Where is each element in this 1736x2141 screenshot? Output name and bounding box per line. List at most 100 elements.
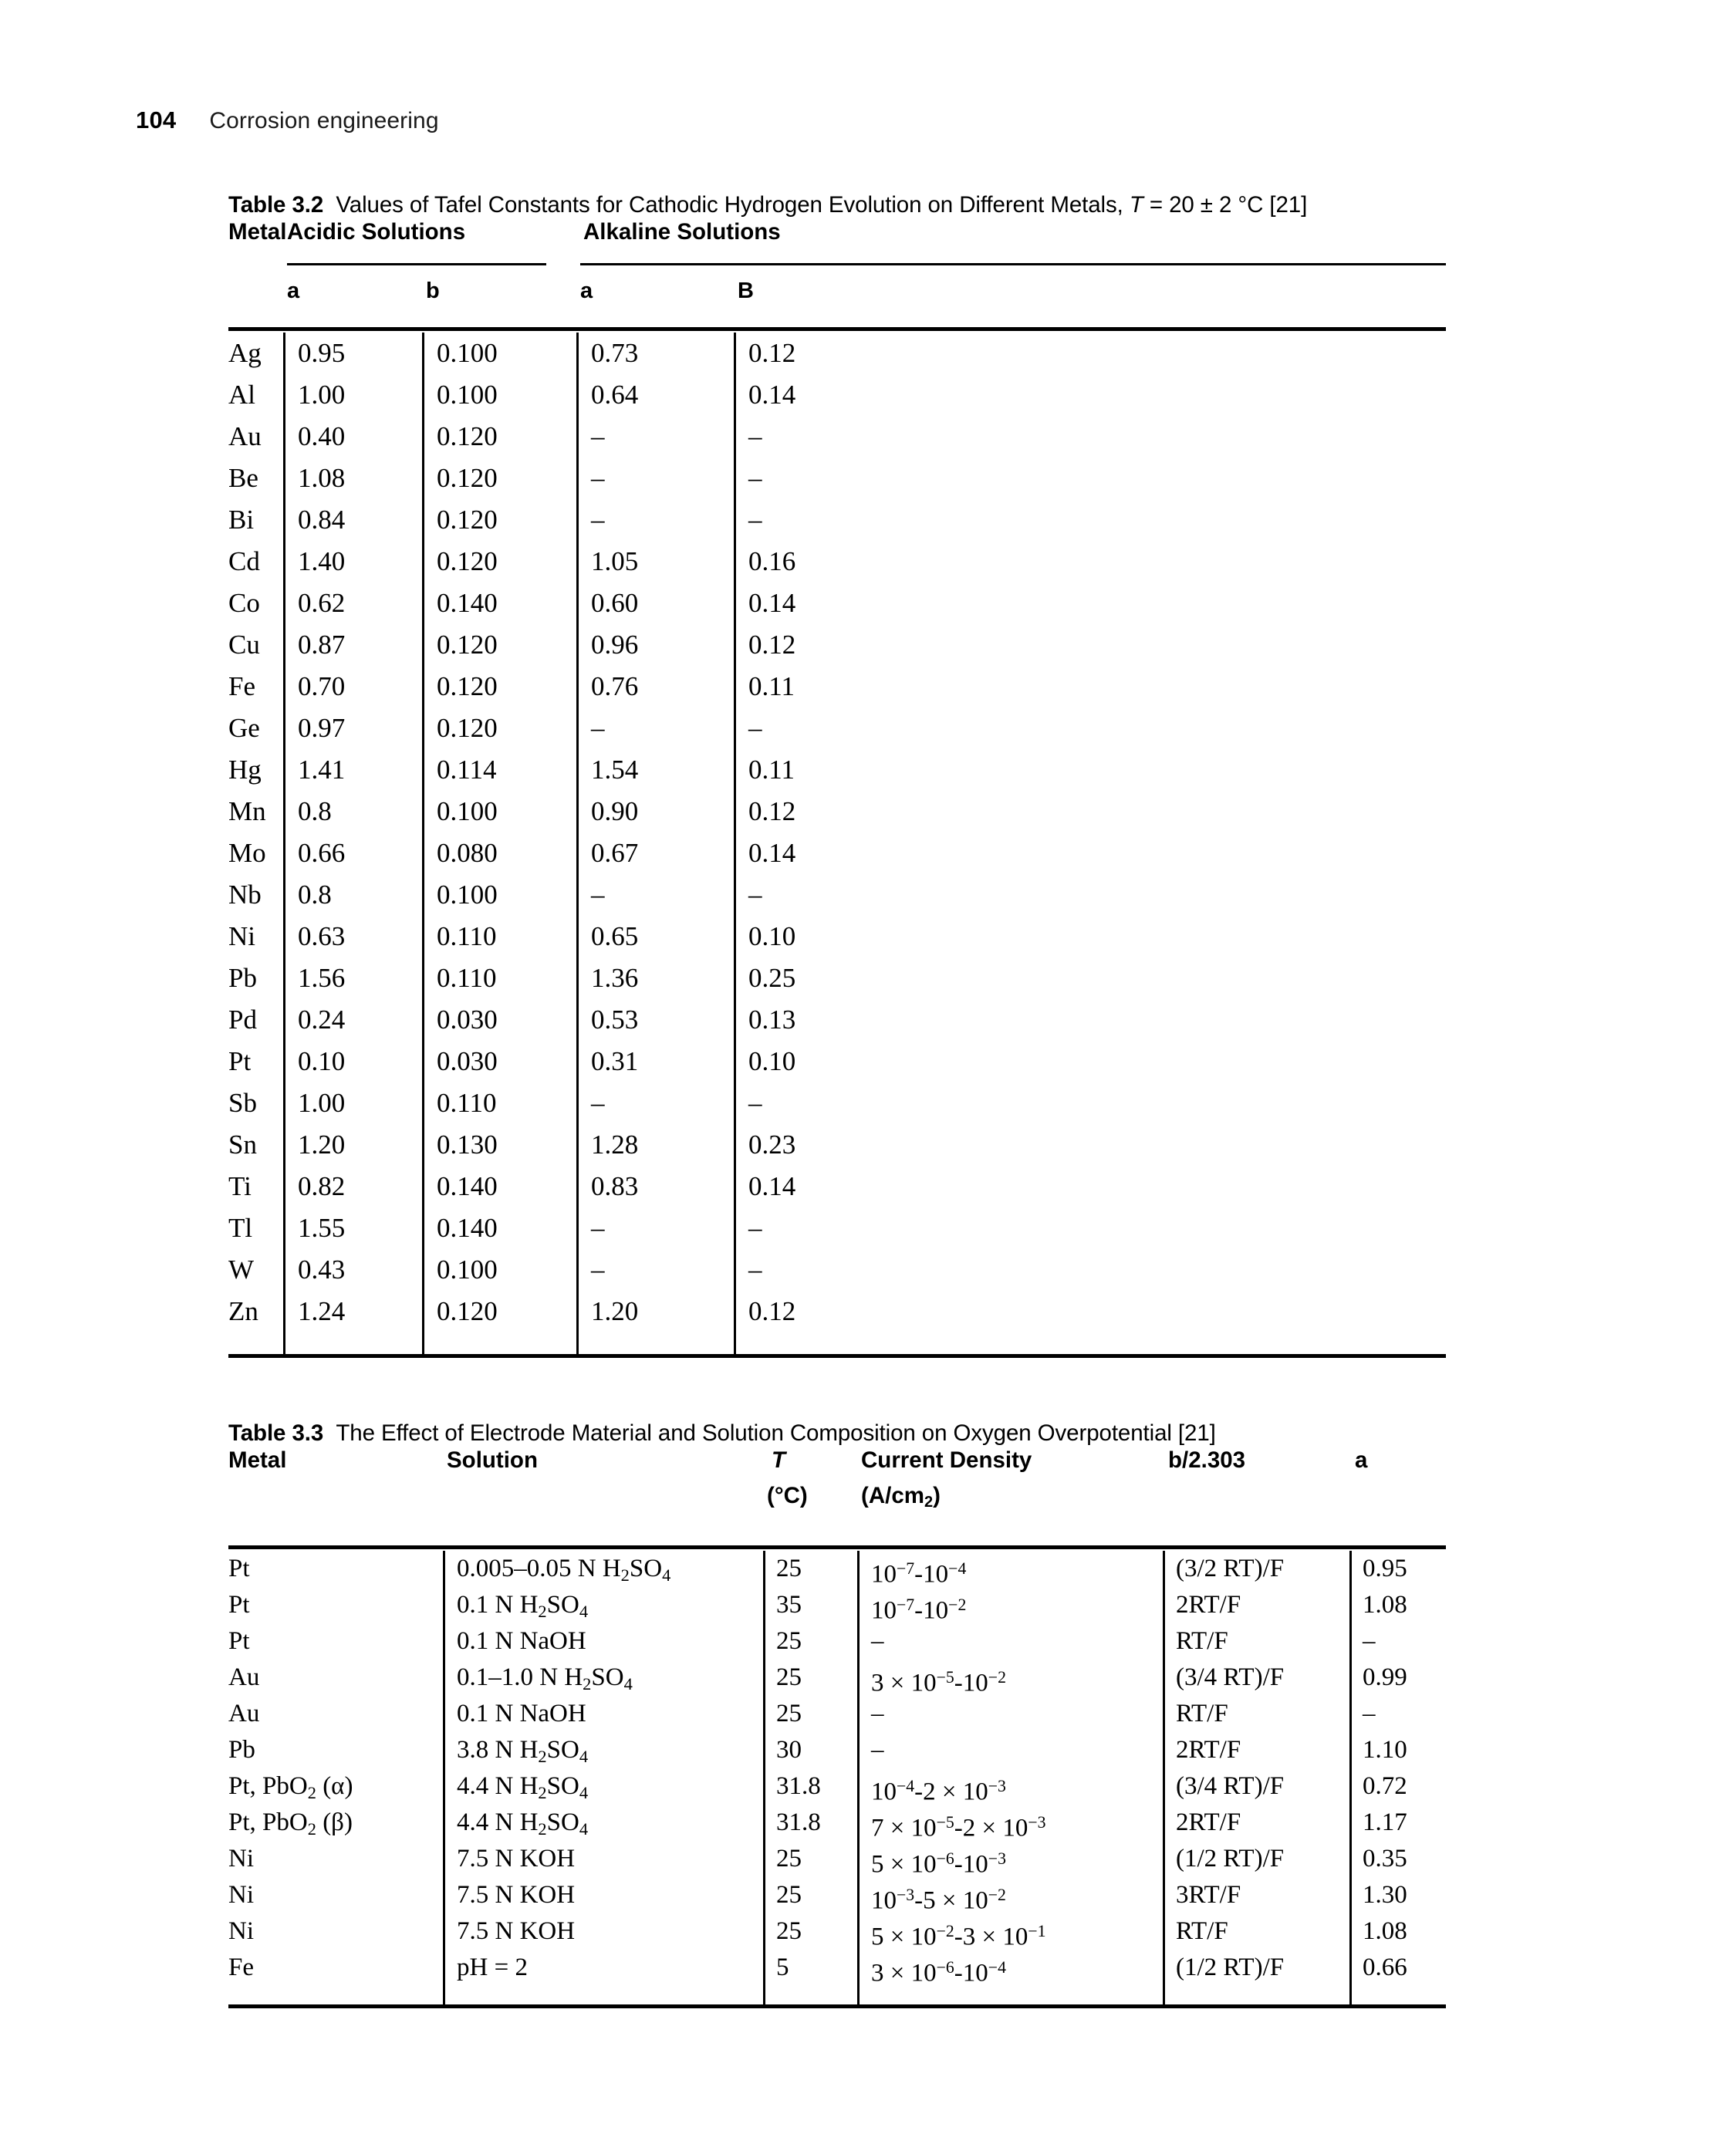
table-row: Nb 0.8 0.100 – – xyxy=(228,874,1446,916)
table-row: Pt 0.1 N H2SO4 35 10−7-10−2 2RT/F 1.08 xyxy=(228,1587,1446,1624)
table-row: Al 1.00 0.100 0.64 0.14 xyxy=(228,374,1446,416)
cell-alkaline-b: 0.12 xyxy=(748,338,796,368)
cell-metal: Fe xyxy=(228,671,255,701)
cell-acidic-b: 0.100 xyxy=(437,1255,498,1285)
cell-acidic-b: 0.140 xyxy=(437,1213,498,1243)
table-row: Cd 1.40 0.120 1.05 0.16 xyxy=(228,541,1446,583)
cell-metal: Mn xyxy=(228,796,266,826)
cell-current-density: – xyxy=(871,1700,884,1727)
cell-alkaline-a: 1.36 xyxy=(591,963,639,993)
cell-alkaline-a: 0.65 xyxy=(591,921,639,951)
cell-metal: Hg xyxy=(228,755,262,785)
cell-metal: Sn xyxy=(228,1130,257,1160)
cell-temperature: 25 xyxy=(776,1700,802,1727)
cell-alkaline-b: 0.11 xyxy=(748,671,795,701)
table-row: Be 1.08 0.120 – – xyxy=(228,458,1446,499)
cell-temperature: 25 xyxy=(776,1555,802,1582)
cell-temperature: 25 xyxy=(776,1663,802,1691)
cell-temperature: 31.8 xyxy=(776,1772,821,1800)
cell-acidic-b: 0.110 xyxy=(437,921,497,951)
cell-acidic-b: 0.110 xyxy=(437,963,497,993)
cell-acidic-b: 0.120 xyxy=(437,421,498,451)
cell-a: – xyxy=(1363,1627,1376,1655)
cell-metal: Ni xyxy=(228,1881,254,1909)
cell-temperature: 25 xyxy=(776,1917,802,1945)
cell-acidic-a: 1.40 xyxy=(298,546,346,576)
table-3-3-col-b2303-header: b/2.303 xyxy=(1168,1447,1246,1473)
table-row: Zn 1.24 0.120 1.20 0.12 xyxy=(228,1291,1446,1332)
table-3-2-sub-header-row: a b a B xyxy=(228,274,1446,325)
table-row: Ni 0.63 0.110 0.65 0.10 xyxy=(228,916,1446,957)
table-3-3-top-rule xyxy=(228,1545,1446,1549)
cell-metal: Ge xyxy=(228,713,260,743)
cell-b2303: (3/2 RT)/F xyxy=(1176,1555,1285,1582)
cell-temperature: 25 xyxy=(776,1845,802,1873)
table-row: Au 0.40 0.120 – – xyxy=(228,416,1446,458)
cell-acidic-a: 0.8 xyxy=(298,880,332,910)
cell-metal: Pt xyxy=(228,1591,250,1619)
cell-acidic-a: 1.00 xyxy=(298,380,346,410)
cell-metal: Nb xyxy=(228,880,262,910)
cell-acidic-a: 0.43 xyxy=(298,1255,346,1285)
table-3-3-caption-label: Table 3.3 xyxy=(228,1420,324,1446)
cell-alkaline-b: – xyxy=(748,880,762,910)
table-3-3-col-metal-header: Metal xyxy=(228,1447,287,1473)
table-row: W 0.43 0.100 – – xyxy=(228,1249,1446,1291)
cell-metal: Pb xyxy=(228,1736,255,1764)
cell-alkaline-a: 0.31 xyxy=(591,1046,639,1076)
table-row: Pt, PbO2 (β) 4.4 N H2SO4 31.8 7 × 10−5-2 × … xyxy=(228,1805,1446,1842)
cell-alkaline-a: 1.54 xyxy=(591,755,639,785)
cell-alkaline-a: 1.20 xyxy=(591,1296,639,1326)
cell-acidic-b: 0.110 xyxy=(437,1088,497,1118)
cell-alkaline-b: 0.14 xyxy=(748,1171,796,1201)
cell-acidic-b: 0.100 xyxy=(437,380,498,410)
cell-current-density: – xyxy=(871,1627,884,1655)
cell-metal: Fe xyxy=(228,1954,254,1981)
cell-a: 1.08 xyxy=(1363,1917,1407,1945)
cell-alkaline-b: 0.14 xyxy=(748,380,796,410)
cell-metal: Pt xyxy=(228,1046,252,1076)
table-row: Pb 3.8 N H2SO4 30–2RT/F 1.10 xyxy=(228,1732,1446,1768)
cell-alkaline-a: 0.90 xyxy=(591,796,639,826)
table-row: Ge 0.97 0.120 – – xyxy=(228,707,1446,749)
cell-metal: Au xyxy=(228,1700,260,1727)
cell-b2303: (1/2 RT)/F xyxy=(1176,1954,1285,1981)
cell-acidic-a: 1.24 xyxy=(298,1296,346,1326)
cell-alkaline-b: 0.11 xyxy=(748,755,795,785)
cell-alkaline-b: 0.23 xyxy=(748,1130,796,1160)
cell-b2303: RT/F xyxy=(1176,1627,1228,1655)
cell-acidic-a: 0.82 xyxy=(298,1171,346,1201)
cell-b2303: (3/4 RT)/F xyxy=(1176,1663,1285,1691)
cell-acidic-a: 0.66 xyxy=(298,838,346,868)
table-row: Mn 0.8 0.100 0.90 0.12 xyxy=(228,791,1446,832)
cell-alkaline-a: 1.05 xyxy=(591,546,639,576)
cell-alkaline-a: 0.53 xyxy=(591,1005,639,1035)
cell-acidic-a: 0.24 xyxy=(298,1005,346,1035)
table-3-2-caption-label: Table 3.2 xyxy=(228,192,324,218)
table-row: Ti 0.82 0.140 0.83 0.14 xyxy=(228,1166,1446,1207)
cell-a: 1.08 xyxy=(1363,1591,1407,1619)
cell-metal: Ni xyxy=(228,1845,254,1873)
cell-b2303: 2RT/F xyxy=(1176,1591,1241,1619)
cell-acidic-b: 0.120 xyxy=(437,546,498,576)
cell-acidic-b: 0.080 xyxy=(437,838,498,868)
cell-metal: Au xyxy=(228,1663,260,1691)
cell-solution: 7.5 N KOH xyxy=(457,1881,576,1909)
table-row: Pt, PbO2 (α) 4.4 N H2SO4 31.8 10−4-2 × 10−3… xyxy=(228,1768,1446,1805)
table-3-2-subcol-acidic-b: b xyxy=(426,278,440,303)
table-3-3-col-solution-header: Solution xyxy=(447,1447,538,1473)
cell-a: 0.72 xyxy=(1363,1772,1407,1800)
cell-acidic-a: 0.40 xyxy=(298,421,346,451)
table-row: Ni 7.5 N KOH 25 10−3-5 × 10−2 3RT/F 1.30 xyxy=(228,1877,1446,1914)
cell-alkaline-a: – xyxy=(591,421,605,451)
table-3-2-group-alkaline-header: Alkaline Solutions xyxy=(583,218,781,245)
cell-acidic-a: 1.41 xyxy=(298,755,346,785)
table-3-2: Table 3.2 Values of Tafel Constants for … xyxy=(228,191,1446,1358)
table-row: Sb 1.00 0.110 – – xyxy=(228,1082,1446,1124)
cell-alkaline-b: 0.12 xyxy=(748,796,796,826)
cell-metal: Pd xyxy=(228,1005,257,1035)
cell-current-density: 3 × 10−6-10−4 xyxy=(871,1958,1006,1987)
cell-acidic-a: 0.63 xyxy=(298,921,346,951)
cell-alkaline-a: 0.76 xyxy=(591,671,639,701)
cell-metal: Cd xyxy=(228,546,260,576)
